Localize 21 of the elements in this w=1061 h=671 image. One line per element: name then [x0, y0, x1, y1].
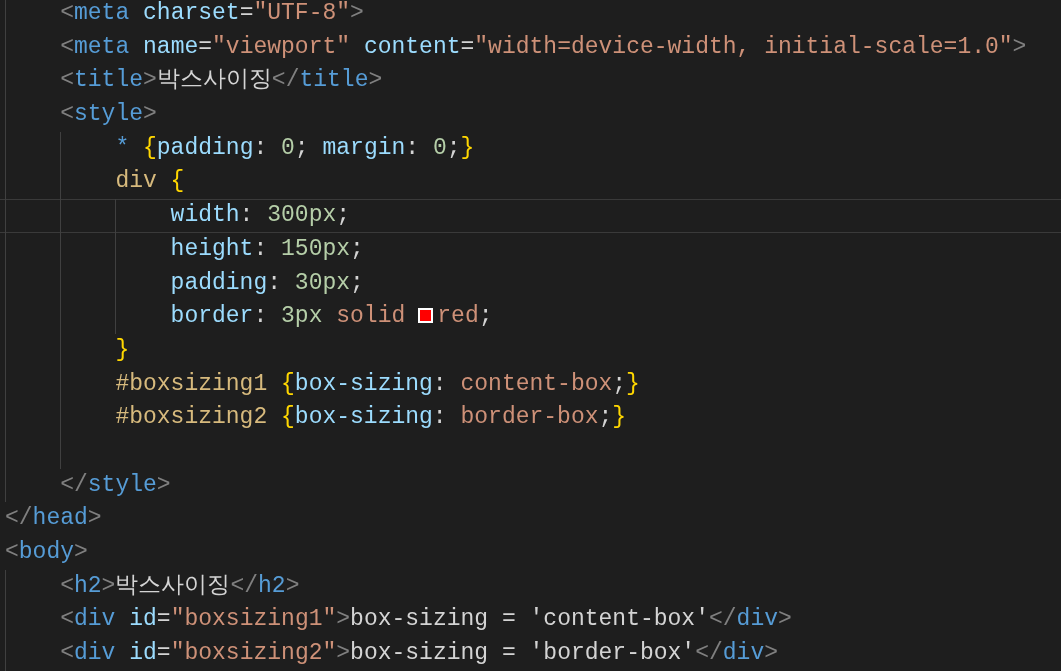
code-text: <meta name="viewport" content="width=device-width, initial-scale=1.0"> — [60, 33, 1027, 60]
code-text: <div id="boxsizing1">box-sizing = 'content-box'</div> — [60, 606, 792, 633]
code-text: <meta charset="UTF-8"> — [60, 0, 364, 26]
code-text: * {padding: 0; margin: 0;} — [115, 134, 475, 161]
code-text: <h2>박스사이징</h2> — [60, 572, 300, 599]
code-text: <style> — [60, 101, 157, 128]
code-text: red; — [437, 303, 493, 330]
code-text: </head> — [5, 505, 102, 532]
code-text: height: 150px; — [170, 235, 364, 262]
code-text: #boxsizing2 {box-sizing: border-box;} — [115, 404, 627, 431]
code-text: </style> — [60, 471, 171, 498]
code-text: width: 300px; — [170, 202, 351, 229]
code-text: padding: 30px; — [170, 269, 364, 296]
code-text: <body> — [5, 539, 88, 565]
code-text: #boxsizing1 {box-sizing: content-box;} — [115, 370, 640, 397]
code-text: <div id="boxsizing2">box-sizing = 'border-box'</div> — [60, 640, 778, 667]
code-text: } — [115, 336, 130, 363]
code-text: div { — [115, 168, 185, 195]
code-text: border: 3px solid — [170, 303, 406, 330]
code-text: <title>박스사이징</title> — [60, 67, 383, 94]
color-swatch[interactable] — [418, 308, 434, 324]
